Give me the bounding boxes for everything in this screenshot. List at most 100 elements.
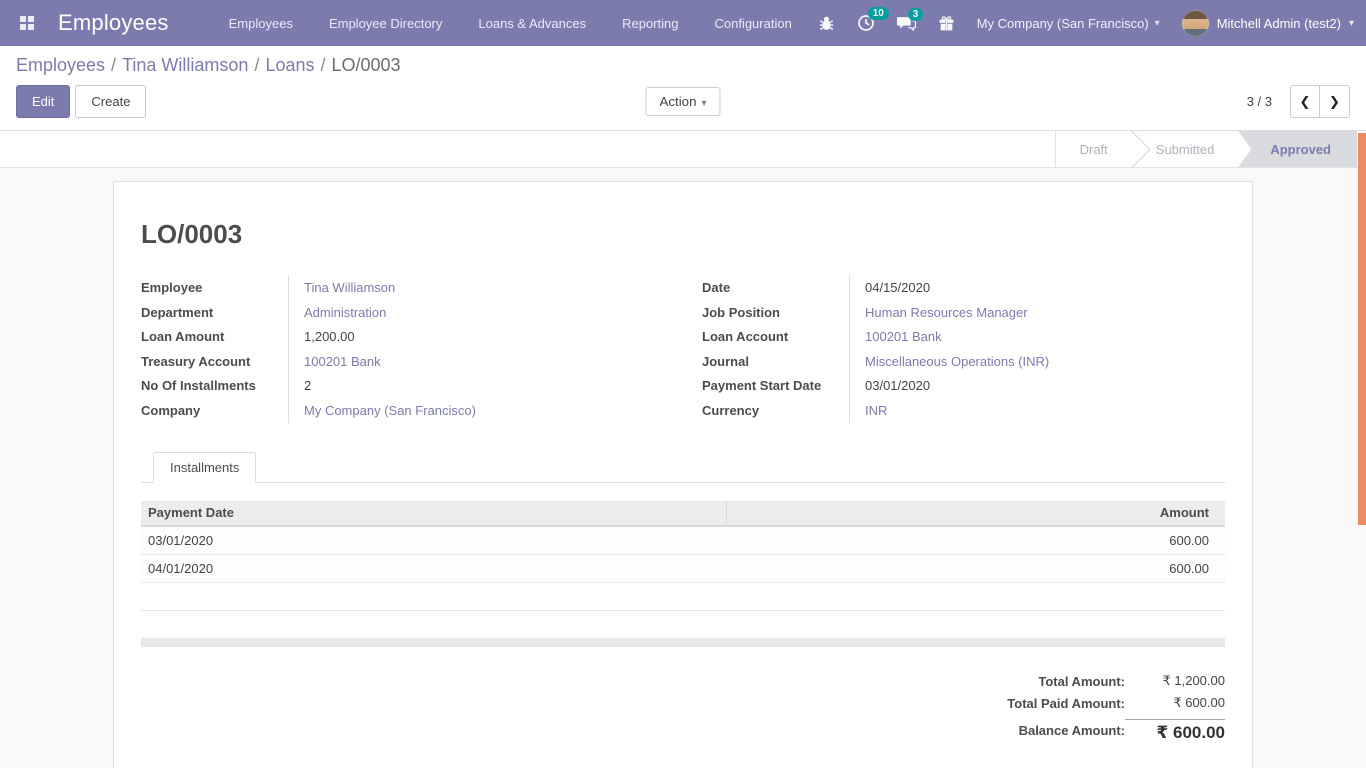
field-group: EmployeeTina Williamson DepartmentAdmini… (141, 276, 1225, 423)
field-label-treasury-account: Treasury Account (141, 350, 289, 375)
pager-counter: 3 / 3 (1247, 94, 1272, 109)
field-value-installments: 2 (289, 374, 311, 399)
breadcrumb-current: LO/0003 (332, 55, 401, 75)
vertical-scrollbar-thumb[interactable] (1358, 133, 1366, 525)
total-amount-row: Total Amount: ₹ 1,200.00 (141, 670, 1225, 692)
top-navbar: Employees Employees Employee Directory L… (0, 0, 1366, 46)
field-value-department[interactable]: Administration (289, 301, 386, 326)
total-paid-amount-value: ₹ 600.00 (1125, 695, 1225, 711)
cell-amount: 600.00 (726, 527, 1225, 554)
totals-section: Total Amount: ₹ 1,200.00 Total Paid Amou… (141, 670, 1225, 746)
stage-approved[interactable]: Approved (1238, 131, 1357, 167)
notebook: Installments Payment Date Amount 03/01/2… (141, 451, 1225, 746)
create-button[interactable]: Create (75, 85, 146, 118)
messages-chat-icon[interactable]: 3 (897, 15, 916, 32)
company-switcher[interactable]: My Company (San Francisco) ▾ (977, 16, 1160, 31)
field-value-date: 04/15/2020 (850, 276, 930, 301)
field-value-payment-start-date: 03/01/2020 (850, 374, 930, 399)
control-panel: Employees/Tina Williamson/Loans/LO/0003 … (0, 46, 1366, 131)
installments-table: Payment Date Amount 03/01/2020 600.00 04… (141, 501, 1225, 647)
debug-bug-icon[interactable] (818, 15, 835, 32)
activities-count-badge: 10 (868, 7, 889, 20)
form-view: LO/0003 EmployeeTina Williamson Departme… (0, 168, 1366, 768)
main-menu: Employees Employee Directory Loans & Adv… (229, 16, 792, 31)
breadcrumb-tina-williamson[interactable]: Tina Williamson (122, 55, 248, 75)
tab-strip: Installments (141, 451, 1225, 483)
user-menu[interactable]: Mitchell Admin (test2) ▾ (1182, 10, 1354, 37)
pager-previous-button[interactable]: ❮ (1291, 86, 1320, 117)
field-column-right: Date04/15/2020 Job PositionHuman Resourc… (702, 276, 1225, 423)
field-value-employee[interactable]: Tina Williamson (289, 276, 395, 301)
breadcrumb-employees[interactable]: Employees (16, 55, 105, 75)
cell-payment-date: 04/01/2020 (141, 555, 726, 582)
stage-submitted[interactable]: Submitted (1132, 131, 1239, 167)
total-amount-label: Total Amount: (1038, 674, 1125, 689)
field-value-job-position[interactable]: Human Resources Manager (850, 301, 1028, 326)
edit-button[interactable]: Edit (16, 85, 70, 118)
field-column-left: EmployeeTina Williamson DepartmentAdmini… (141, 276, 664, 423)
balance-amount-row: Balance Amount: ₹ 600.00 (141, 714, 1225, 746)
field-label-department: Department (141, 301, 289, 326)
field-label-journal: Journal (702, 350, 850, 375)
table-row[interactable]: 04/01/2020 600.00 (141, 555, 1225, 583)
form-sheet: LO/0003 EmployeeTina Williamson Departme… (113, 181, 1253, 768)
field-label-job-position: Job Position (702, 301, 850, 326)
field-value-currency[interactable]: INR (850, 399, 887, 424)
stage-draft[interactable]: Draft (1056, 131, 1132, 167)
apps-menu-button[interactable] (10, 0, 44, 46)
column-header-amount[interactable]: Amount (726, 501, 1225, 525)
menu-employees[interactable]: Employees (229, 16, 293, 31)
user-avatar (1182, 10, 1209, 37)
field-value-journal[interactable]: Miscellaneous Operations (INR) (850, 350, 1049, 375)
table-header: Payment Date Amount (141, 501, 1225, 527)
app-title: Employees (58, 10, 169, 36)
field-label-currency: Currency (702, 399, 850, 424)
field-label-installments: No Of Installments (141, 374, 289, 399)
chevron-right-icon: ❯ (1329, 94, 1340, 110)
menu-configuration[interactable]: Configuration (714, 16, 791, 31)
menu-reporting[interactable]: Reporting (622, 16, 678, 31)
record-title: LO/0003 (141, 219, 1225, 250)
menu-loans-advances[interactable]: Loans & Advances (478, 16, 586, 31)
field-value-treasury-account[interactable]: 100201 Bank (289, 350, 381, 375)
breadcrumb: Employees/Tina Williamson/Loans/LO/0003 (16, 55, 1350, 76)
pager: ❮ ❯ (1290, 85, 1350, 118)
breadcrumb-loans[interactable]: Loans (265, 55, 314, 75)
field-value-loan-account[interactable]: 100201 Bank (850, 325, 942, 350)
chevron-down-icon: ▾ (1349, 18, 1354, 29)
cell-payment-date: 03/01/2020 (141, 527, 726, 554)
tab-installments[interactable]: Installments (153, 452, 256, 483)
balance-amount-label: Balance Amount: (1019, 723, 1125, 738)
messages-count-badge: 3 (908, 8, 924, 21)
menu-employee-directory[interactable]: Employee Directory (329, 16, 442, 31)
field-label-date: Date (702, 276, 850, 301)
statusbar: Draft Submitted Approved (1055, 131, 1357, 167)
table-footer-bar (141, 638, 1225, 647)
field-value-company[interactable]: My Company (San Francisco) (289, 399, 476, 424)
column-header-payment-date[interactable]: Payment Date (141, 501, 726, 525)
field-label-payment-start-date: Payment Start Date (702, 374, 850, 399)
field-value-loan-amount: 1,200.00 (289, 325, 355, 350)
field-label-company: Company (141, 399, 289, 424)
activities-clock-icon[interactable]: 10 (857, 14, 875, 32)
table-empty-row (141, 583, 1225, 611)
apps-grid-icon (20, 16, 34, 30)
cell-amount: 600.00 (726, 555, 1225, 582)
gift-icon[interactable] (938, 15, 955, 32)
pager-next-button[interactable]: ❯ (1320, 86, 1349, 117)
table-row[interactable]: 03/01/2020 600.00 (141, 527, 1225, 555)
statusbar-row: Draft Submitted Approved (0, 131, 1366, 168)
company-name: My Company (San Francisco) (977, 16, 1149, 31)
user-name: Mitchell Admin (test2) (1217, 16, 1341, 31)
chevron-down-icon: ▾ (702, 98, 707, 109)
balance-amount-value: ₹ 600.00 (1125, 719, 1225, 743)
total-paid-amount-label: Total Paid Amount: (1007, 696, 1125, 711)
chevron-down-icon: ▾ (1155, 18, 1160, 29)
chevron-left-icon: ❮ (1300, 94, 1311, 110)
total-paid-amount-row: Total Paid Amount: ₹ 600.00 (141, 692, 1225, 714)
field-label-employee: Employee (141, 276, 289, 301)
field-label-loan-account: Loan Account (702, 325, 850, 350)
field-label-loan-amount: Loan Amount (141, 325, 289, 350)
total-amount-value: ₹ 1,200.00 (1125, 673, 1225, 689)
action-dropdown-button[interactable]: Action▾ (645, 87, 720, 116)
